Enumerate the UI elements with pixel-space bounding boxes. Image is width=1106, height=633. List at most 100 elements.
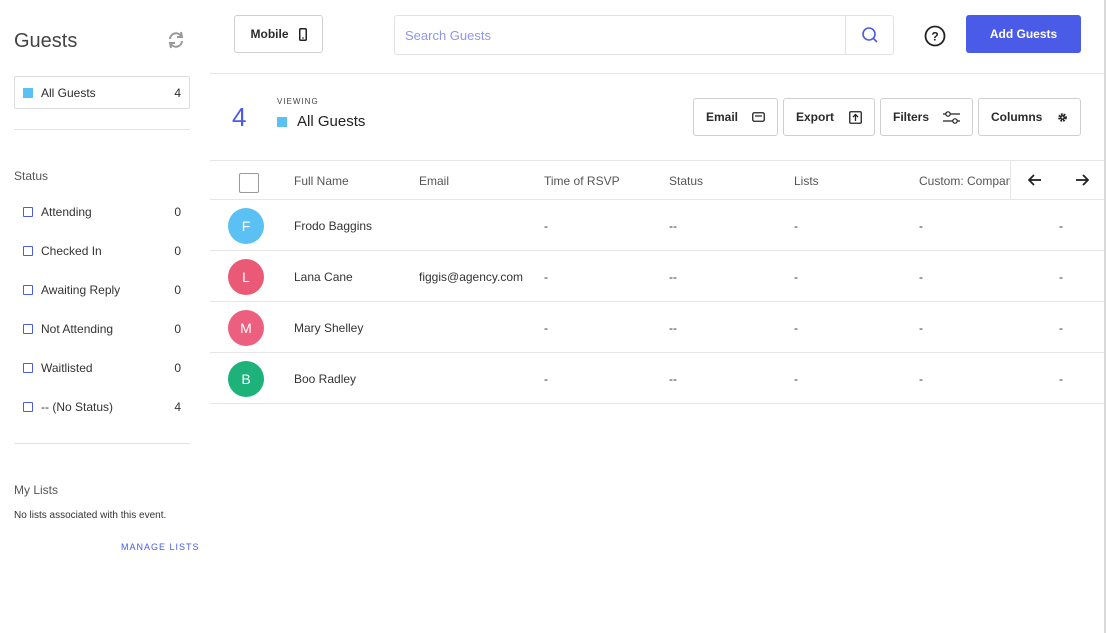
guest-status: -- xyxy=(669,321,677,335)
status-label: Not Attending xyxy=(41,322,114,336)
divider xyxy=(14,129,190,130)
status-label: -- (No Status) xyxy=(41,400,114,414)
filters-button-label: Filters xyxy=(893,110,930,124)
status-label: Attending xyxy=(41,205,92,219)
guest-table: Full Name Email Time of RSVP Status List… xyxy=(210,160,1106,404)
checkbox[interactable] xyxy=(23,324,33,334)
guest-rsvp-time: - xyxy=(544,321,548,335)
mobile-label: Mobile xyxy=(250,27,289,41)
guest-name[interactable]: Lana Cane xyxy=(294,270,353,284)
status-count: 0 xyxy=(174,244,181,258)
guest-status: -- xyxy=(669,270,677,284)
table-row[interactable]: M Mary Shelley - -- - - - xyxy=(210,302,1106,353)
guest-lists: - xyxy=(794,372,798,386)
export-button-label: Export xyxy=(796,110,835,124)
guest-lists: - xyxy=(794,321,798,335)
guest-name[interactable]: Frodo Baggins xyxy=(294,219,372,233)
column-header-time-of-rsvp[interactable]: Time of RSVP xyxy=(544,174,620,188)
my-lists-label: My Lists xyxy=(14,483,59,497)
sidebar-title: Guests xyxy=(14,30,78,52)
status-label: Waitlisted xyxy=(41,361,93,375)
avatar: B xyxy=(228,361,264,397)
email-button-label: Email xyxy=(706,110,739,124)
sidebar-item-all-guests[interactable]: All Guests 4 xyxy=(14,76,190,109)
current-view-name: All Guests xyxy=(297,113,366,130)
status-filter-no-status[interactable]: -- (No Status) 4 xyxy=(23,398,181,416)
guest-rsvp-time: - xyxy=(544,219,548,233)
guest-extra-column: - xyxy=(1059,219,1063,233)
status-filter-not-attending[interactable]: Not Attending 0 xyxy=(23,320,181,338)
guest-status: -- xyxy=(669,219,677,233)
column-header-status[interactable]: Status xyxy=(669,174,703,188)
top-bar: Mobile ? Add Guests xyxy=(210,0,1106,74)
search-button[interactable] xyxy=(845,16,893,54)
table-header: Full Name Email Time of RSVP Status List… xyxy=(210,160,1106,200)
viewing-label: VIEWING xyxy=(277,97,319,106)
columns-button[interactable]: Columns xyxy=(978,98,1081,136)
select-all-checkbox[interactable] xyxy=(239,173,259,193)
svg-text:?: ? xyxy=(931,30,938,44)
guest-extra-column: - xyxy=(1059,372,1063,386)
guest-name[interactable]: Boo Radley xyxy=(294,372,356,386)
checkbox[interactable] xyxy=(23,285,33,295)
column-header-custom-company[interactable]: Custom: Compan xyxy=(919,174,1010,188)
guest-email: figgis@agency.com xyxy=(419,270,524,284)
filters-button[interactable]: Filters xyxy=(880,98,973,136)
guest-lists: - xyxy=(794,219,798,233)
mobile-button[interactable]: Mobile xyxy=(234,15,323,53)
current-view: All Guests xyxy=(277,113,365,130)
status-filter-waitlisted[interactable]: Waitlisted 0 xyxy=(23,359,181,377)
guest-custom-company: - xyxy=(919,372,923,386)
status-filter-awaiting-reply[interactable]: Awaiting Reply 0 xyxy=(23,281,181,299)
checkbox[interactable] xyxy=(23,246,33,256)
guest-name[interactable]: Mary Shelley xyxy=(294,321,363,335)
column-header-email[interactable]: Email xyxy=(419,174,449,188)
status-filter-checked-in[interactable]: Checked In 0 xyxy=(23,242,181,260)
avatar: M xyxy=(228,310,264,346)
refresh-icon[interactable] xyxy=(166,30,186,50)
checkbox[interactable] xyxy=(23,207,33,217)
list-color-swatch xyxy=(277,116,287,127)
no-lists-message: No lists associated with this event. xyxy=(14,510,167,521)
guest-lists: - xyxy=(794,270,798,284)
guest-count: 4 xyxy=(232,102,247,132)
guest-custom-company: - xyxy=(919,321,923,335)
column-header-lists[interactable]: Lists xyxy=(794,174,819,188)
search-icon xyxy=(861,27,878,43)
table-row[interactable]: F Frodo Baggins - -- - - - xyxy=(210,200,1106,251)
envelope-icon xyxy=(752,112,765,122)
table-row[interactable]: L Lana Cane figgis@agency.com - -- - - - xyxy=(210,251,1106,302)
guest-extra-column: - xyxy=(1059,321,1063,335)
status-count: 0 xyxy=(174,205,181,219)
add-guests-button[interactable]: Add Guests xyxy=(966,15,1081,53)
guest-status: -- xyxy=(669,372,677,386)
help-icon[interactable]: ? xyxy=(924,25,946,47)
avatar: F xyxy=(228,208,264,244)
search-input[interactable] xyxy=(395,16,845,54)
sidebar: Guests All Guests 4 Status Attending 0 C… xyxy=(0,0,210,633)
sidebar-item-label: All Guests xyxy=(41,85,96,100)
checkbox[interactable] xyxy=(23,363,33,373)
guest-rsvp-time: - xyxy=(544,372,548,386)
status-label: Awaiting Reply xyxy=(41,283,121,297)
guest-custom-company: - xyxy=(919,219,923,233)
export-button[interactable]: Export xyxy=(783,98,875,136)
checkbox[interactable] xyxy=(23,402,33,412)
status-filter-attending[interactable]: Attending 0 xyxy=(23,203,181,221)
arrow-right-icon[interactable] xyxy=(1075,174,1090,186)
avatar: L xyxy=(228,259,264,295)
column-header-full-name[interactable]: Full Name xyxy=(294,174,349,188)
column-scroll-controls xyxy=(1010,161,1106,199)
email-button[interactable]: Email xyxy=(693,98,778,136)
table-row[interactable]: B Boo Radley - -- - - - xyxy=(210,353,1106,404)
status-count: 0 xyxy=(174,361,181,375)
arrow-left-icon[interactable] xyxy=(1027,174,1042,186)
export-icon xyxy=(849,110,862,124)
columns-button-label: Columns xyxy=(991,110,1043,124)
status-section-label: Status xyxy=(14,169,49,183)
manage-lists-link[interactable]: MANAGE LISTS xyxy=(121,542,200,552)
status-count: 0 xyxy=(174,322,181,336)
list-color-swatch xyxy=(23,87,33,98)
status-count: 0 xyxy=(174,283,181,297)
mobile-phone-icon xyxy=(298,27,307,41)
